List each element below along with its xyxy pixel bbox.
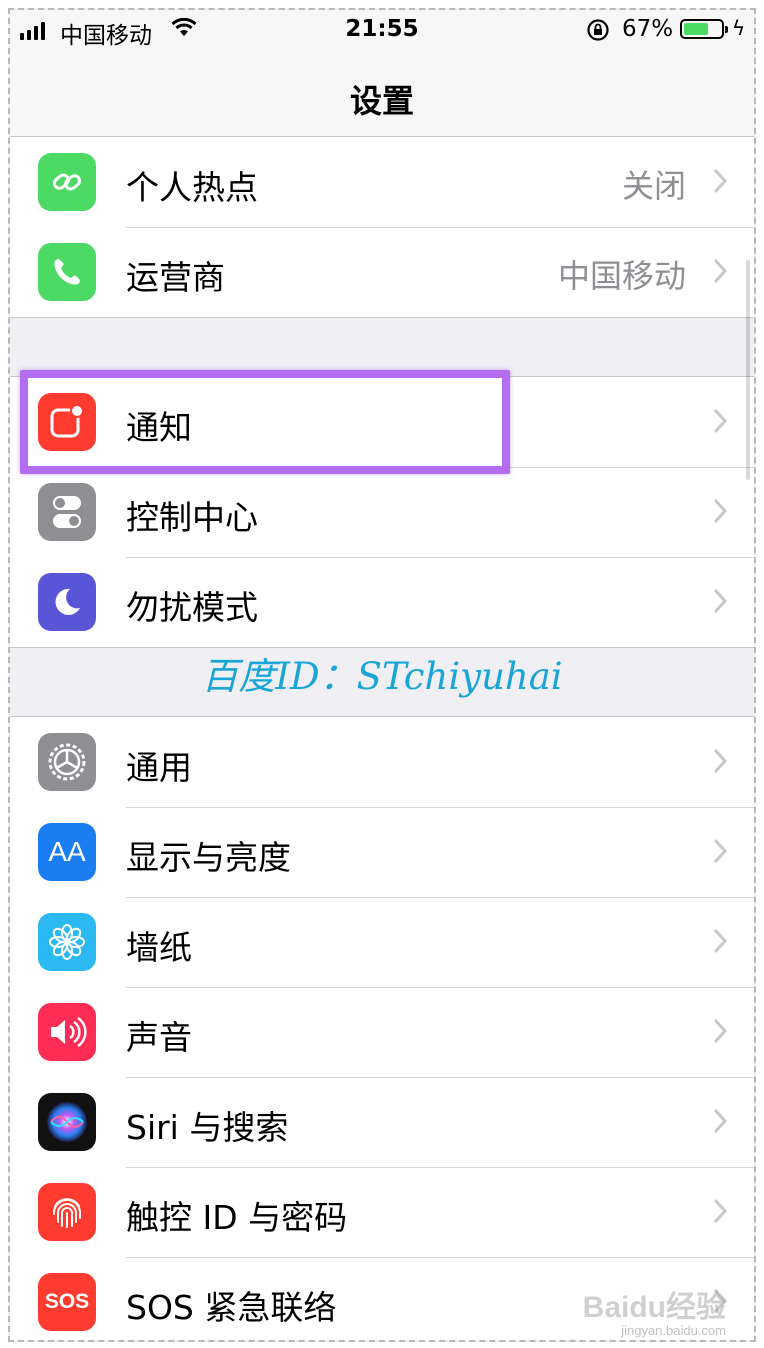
display-icon: AA xyxy=(38,823,96,881)
settings-row-do-not-disturb[interactable]: 勿扰模式 xyxy=(10,557,754,647)
chevron-right-icon xyxy=(713,258,728,284)
orientation-lock-icon xyxy=(587,19,609,41)
battery-percent: 67% xyxy=(622,16,674,42)
settings-group-general: 通用 AA 显示与亮度 墙纸 声音 Siri 与搜索 触控 ID 与密码 SOS… xyxy=(10,716,754,1340)
sos-icon: SOS xyxy=(38,1273,96,1331)
chevron-right-icon xyxy=(713,498,728,524)
chevron-right-icon xyxy=(713,928,728,954)
watermark-text: 百度ID：STchiyuhai xyxy=(201,655,563,698)
display-icon-text: AA xyxy=(48,836,86,867)
settings-row-label: 勿扰模式 xyxy=(126,588,258,627)
settings-row-label: 通用 xyxy=(126,748,192,787)
settings-row-label: 声音 xyxy=(126,1018,192,1057)
charging-bolt-icon: ϟ xyxy=(732,16,746,40)
siri-icon xyxy=(38,1093,96,1151)
wallpaper-icon xyxy=(38,913,96,971)
settings-row-wallpaper[interactable]: 墙纸 xyxy=(10,897,754,987)
chevron-right-icon xyxy=(713,408,728,434)
control-center-icon xyxy=(38,483,96,541)
settings-row-control-center[interactable]: 控制中心 xyxy=(10,467,754,557)
chevron-right-icon xyxy=(713,1018,728,1044)
settings-row-label: 显示与亮度 xyxy=(126,838,291,877)
settings-row-carrier[interactable]: 运营商 中国移动 xyxy=(10,227,754,317)
screenshot-frame: 中国移动 21:55 67% ϟ 设置 个人热点 关闭 运营商 中国移动 通知 … xyxy=(8,8,756,1342)
baidu-url: jingyan.baidu.com xyxy=(621,1323,726,1338)
settings-group-network: 个人热点 关闭 运营商 中国移动 xyxy=(10,136,754,318)
settings-row-label: SOS 紧急联络 xyxy=(126,1288,337,1327)
settings-row-label: 墙纸 xyxy=(126,928,192,967)
settings-row-hotspot[interactable]: 个人热点 关闭 xyxy=(10,137,754,227)
phone-icon xyxy=(38,243,96,301)
navigation-bar: 设置 xyxy=(10,50,754,137)
page-title: 设置 xyxy=(349,82,414,120)
sos-icon-text: SOS xyxy=(44,1290,90,1313)
chevron-right-icon xyxy=(713,1198,728,1224)
settings-row-value: 关闭 xyxy=(621,167,686,205)
settings-row-label: Siri 与搜索 xyxy=(126,1108,289,1147)
sound-icon xyxy=(38,1003,96,1061)
settings-row-general[interactable]: 通用 xyxy=(10,717,754,807)
chevron-right-icon xyxy=(713,748,728,774)
status-bar: 中国移动 21:55 67% ϟ xyxy=(10,10,754,50)
battery-fill xyxy=(684,23,708,35)
baidu-logo: Baidu经验 xyxy=(582,1291,726,1324)
settings-row-touch-id[interactable]: 触控 ID 与密码 xyxy=(10,1167,754,1257)
settings-row-label: 触控 ID 与密码 xyxy=(126,1198,348,1237)
chevron-right-icon xyxy=(713,1108,728,1134)
fingerprint-icon xyxy=(38,1183,96,1241)
moon-icon xyxy=(38,573,96,631)
settings-row-label: 个人热点 xyxy=(126,168,258,207)
chevron-right-icon xyxy=(713,838,728,864)
scrollbar[interactable] xyxy=(746,260,750,480)
settings-row-label: 运营商 xyxy=(126,258,225,297)
gear-icon xyxy=(38,733,96,791)
settings-row-display[interactable]: AA 显示与亮度 xyxy=(10,807,754,897)
highlight-box xyxy=(20,370,510,474)
chevron-right-icon xyxy=(713,168,728,194)
battery-icon xyxy=(680,19,728,39)
settings-row-siri[interactable]: Siri 与搜索 xyxy=(10,1077,754,1167)
chevron-right-icon xyxy=(713,588,728,614)
hotspot-icon xyxy=(38,153,96,211)
settings-row-sounds[interactable]: 声音 xyxy=(10,987,754,1077)
settings-row-value: 中国移动 xyxy=(557,257,686,295)
settings-row-label: 控制中心 xyxy=(126,498,258,537)
